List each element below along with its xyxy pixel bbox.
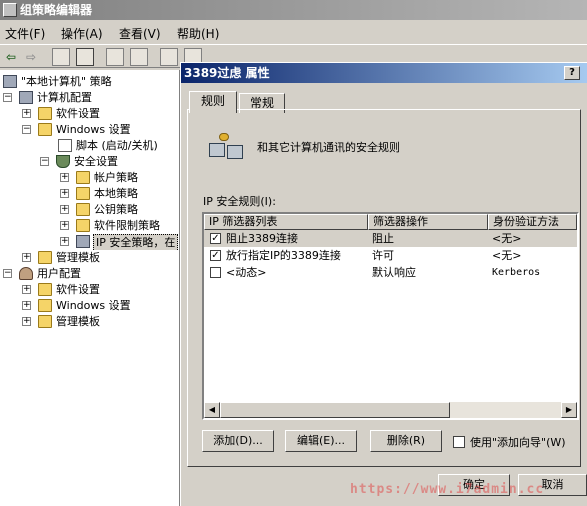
menu-file[interactable]: 文件(F) bbox=[5, 25, 45, 42]
scroll-thumb[interactable] bbox=[220, 402, 450, 418]
wizard-checkbox[interactable] bbox=[453, 436, 465, 448]
menu-action[interactable]: 操作(A) bbox=[61, 25, 103, 42]
folder-icon bbox=[38, 299, 52, 312]
menu-view[interactable]: 查看(V) bbox=[119, 25, 161, 42]
tree-item-software-restriction[interactable]: + 软件限制策略 bbox=[60, 218, 178, 234]
expand-icon[interactable]: + bbox=[22, 253, 31, 262]
column-filter-action[interactable]: 筛选器操作 bbox=[368, 214, 488, 230]
scroll-right-icon[interactable]: ▶ bbox=[561, 402, 577, 418]
tree-item-local-policy[interactable]: "本地计算机" 策略 bbox=[3, 74, 178, 90]
refresh-icon[interactable] bbox=[106, 48, 124, 66]
dialog-titlebar[interactable]: 3389过虑 属性 ? bbox=[181, 63, 587, 83]
table-row[interactable]: <动态> 默认响应 Kerberos bbox=[204, 264, 577, 281]
tree-item-software-settings[interactable]: + 软件设置 bbox=[22, 106, 178, 122]
tree-item-user-config[interactable]: − 用户配置 bbox=[3, 266, 178, 282]
rules-list[interactable]: IP 筛选器列表 筛选器操作 身份验证方法 ✓ 阻止3389连接 阻止 <无> … bbox=[202, 212, 579, 420]
tree-item-windows-settings[interactable]: − Windows 设置 bbox=[22, 122, 178, 138]
folder-icon bbox=[38, 107, 52, 120]
dialog-title: 3389过虑 属性 bbox=[184, 66, 270, 80]
folder-icon bbox=[38, 283, 52, 296]
forward-icon[interactable]: ⇨ bbox=[22, 48, 40, 66]
rules-list-label: IP 安全规则(I): bbox=[203, 195, 276, 208]
policy-icon bbox=[3, 75, 17, 88]
folder-icon bbox=[76, 187, 90, 200]
tree-item-local-policies[interactable]: + 本地策略 bbox=[60, 186, 178, 202]
folder-icon bbox=[76, 203, 90, 216]
rules-description: 和其它计算机通讯的安全规则 bbox=[257, 141, 400, 154]
tree-item-user-windows-settings[interactable]: + Windows 设置 bbox=[22, 298, 178, 314]
expand-icon[interactable]: + bbox=[22, 109, 31, 118]
tree-item-account-policy[interactable]: + 帐户策略 bbox=[60, 170, 178, 186]
rule-checkbox[interactable] bbox=[210, 267, 221, 278]
help-button[interactable]: ? bbox=[564, 66, 580, 80]
user-icon bbox=[19, 267, 33, 280]
expand-icon[interactable]: + bbox=[60, 237, 69, 246]
collapse-icon[interactable]: − bbox=[22, 125, 31, 134]
horizontal-scrollbar[interactable]: ◀ ▶ bbox=[204, 402, 577, 418]
tab-rules[interactable]: 规则 bbox=[189, 91, 237, 113]
console-tree[interactable]: "本地计算机" 策略 − 计算机配置 + 软件设置 − Windows 设置 脚… bbox=[0, 70, 180, 506]
computer-icon bbox=[19, 91, 33, 104]
expand-icon[interactable]: + bbox=[60, 189, 69, 198]
help-icon[interactable] bbox=[160, 48, 178, 66]
collapse-icon[interactable]: − bbox=[3, 269, 12, 278]
wizard-label: 使用"添加向导"(W) bbox=[470, 436, 566, 449]
expand-icon[interactable]: + bbox=[22, 285, 31, 294]
collapse-icon[interactable]: − bbox=[40, 157, 49, 166]
table-row[interactable]: ✓ 放行指定IP的3389连接 许可 <无> bbox=[204, 247, 577, 264]
expand-icon[interactable]: + bbox=[60, 173, 69, 182]
tree-item-ip-security[interactable]: + IP 安全策略，在 bbox=[60, 234, 178, 250]
rule-checkbox[interactable]: ✓ bbox=[210, 233, 221, 244]
tree-item-computer-config[interactable]: − 计算机配置 bbox=[3, 90, 178, 106]
table-row[interactable]: ✓ 阻止3389连接 阻止 <无> bbox=[204, 230, 577, 247]
ip-security-icon bbox=[76, 235, 90, 248]
column-auth-method[interactable]: 身份验证方法 bbox=[488, 214, 577, 230]
collapse-icon[interactable]: − bbox=[3, 93, 12, 102]
tree-item-scripts[interactable]: 脚本 (启动/关机) bbox=[58, 138, 178, 154]
folder-icon bbox=[38, 251, 52, 264]
export-list-icon[interactable] bbox=[130, 48, 148, 66]
folder-icon bbox=[76, 219, 90, 232]
expand-icon[interactable]: + bbox=[60, 205, 69, 214]
rule-checkbox[interactable]: ✓ bbox=[210, 250, 221, 261]
tree-item-user-software-settings[interactable]: + 软件设置 bbox=[22, 282, 178, 298]
tree-item-public-key-policy[interactable]: + 公钥策略 bbox=[60, 202, 178, 218]
scroll-left-icon[interactable]: ◀ bbox=[204, 402, 220, 418]
expand-icon[interactable]: + bbox=[22, 301, 31, 310]
show-hide-tree-icon[interactable] bbox=[76, 48, 94, 66]
tree-item-user-admin-templates[interactable]: + 管理模板 bbox=[22, 314, 178, 330]
expand-icon[interactable]: + bbox=[22, 317, 31, 326]
tree-item-security-settings[interactable]: − 安全设置 bbox=[40, 154, 178, 170]
window-titlebar[interactable]: 组策略编辑器 bbox=[0, 0, 587, 20]
expand-icon[interactable]: + bbox=[60, 221, 69, 230]
security-icon bbox=[56, 155, 70, 168]
folder-icon bbox=[38, 315, 52, 328]
folder-icon bbox=[38, 123, 52, 136]
watermark: https://www.i7admin.cc bbox=[350, 482, 545, 497]
network-security-icon bbox=[209, 133, 243, 163]
tree-item-admin-templates[interactable]: + 管理模板 bbox=[22, 250, 178, 266]
menubar: 文件(F) 操作(A) 查看(V) 帮助(H) bbox=[0, 22, 587, 42]
add-button[interactable]: 添加(D)... bbox=[202, 430, 274, 452]
remove-button[interactable]: 删除(R) bbox=[370, 430, 442, 452]
folder-icon bbox=[76, 171, 90, 184]
column-filter-list[interactable]: IP 筛选器列表 bbox=[204, 214, 368, 230]
window-title: 组策略编辑器 bbox=[20, 3, 93, 17]
script-icon bbox=[58, 139, 72, 152]
app-icon bbox=[3, 3, 17, 17]
menu-help[interactable]: 帮助(H) bbox=[177, 25, 219, 42]
up-folder-icon[interactable] bbox=[52, 48, 70, 66]
edit-button[interactable]: 编辑(E)... bbox=[285, 430, 357, 452]
back-icon[interactable]: ⇦ bbox=[2, 48, 20, 66]
